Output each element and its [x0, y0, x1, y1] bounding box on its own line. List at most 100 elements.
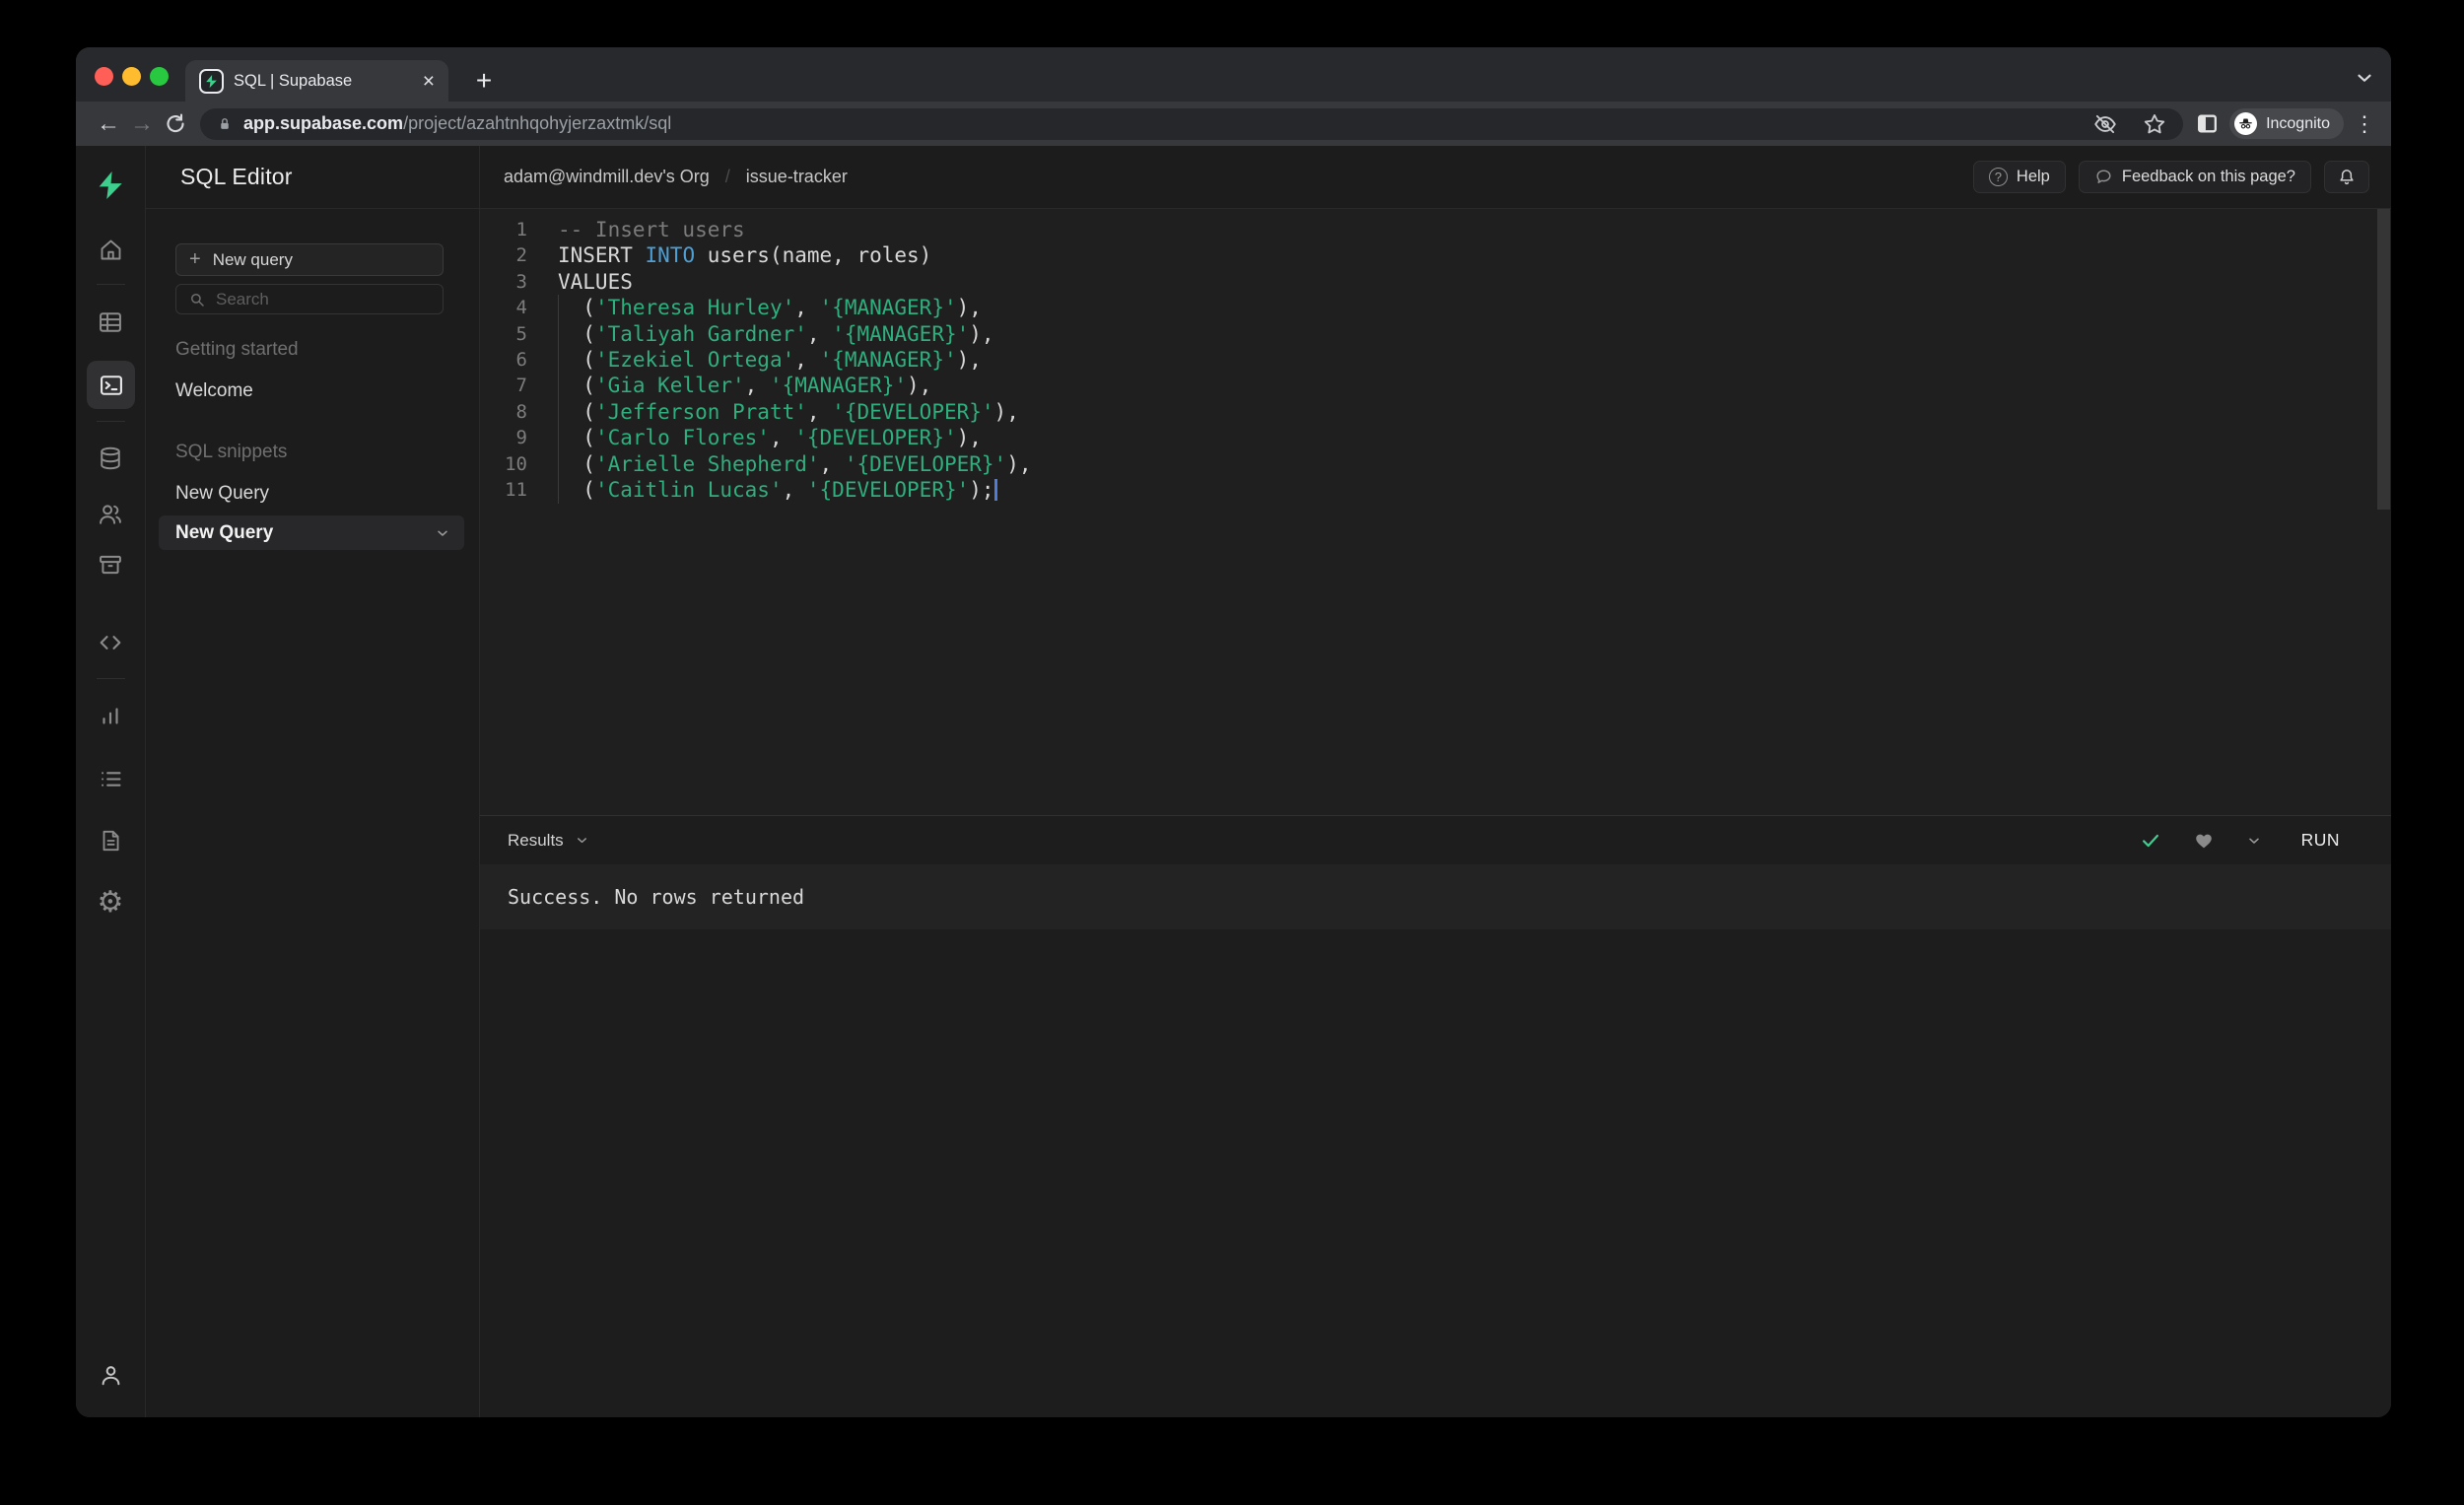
- icon-rail: ⚙: [76, 146, 146, 1417]
- code-line[interactable]: 3 VALUES: [480, 269, 2391, 295]
- storage-icon[interactable]: [89, 543, 132, 586]
- main-content: adam@windmill.dev's Org / issue-tracker …: [480, 146, 2391, 1417]
- reports-chart-icon[interactable]: [89, 695, 132, 738]
- status-text: Success. No rows returned: [508, 885, 805, 909]
- incognito-spy-icon: [2234, 112, 2258, 135]
- search-icon: [188, 291, 206, 308]
- home-icon[interactable]: [89, 228, 132, 271]
- new-query-button-label: New query: [212, 249, 293, 269]
- close-window-button[interactable]: [95, 67, 113, 86]
- search-box[interactable]: [175, 284, 444, 314]
- editor-scrollbar[interactable]: [2377, 209, 2390, 510]
- breadcrumb-org[interactable]: adam@windmill.dev's Org: [504, 167, 710, 187]
- back-button[interactable]: ←: [92, 110, 125, 138]
- line-number: 5: [515, 322, 527, 345]
- rail-divider: [97, 284, 125, 285]
- traffic-lights: [95, 67, 169, 86]
- rail-divider: [97, 421, 125, 422]
- indent-guide: [558, 295, 559, 504]
- sidebar-item-new-query-selected[interactable]: New Query: [159, 515, 464, 550]
- code-line[interactable]: 9 ('Carlo Flores', '{DEVELOPER}'),: [480, 425, 2391, 450]
- code-line[interactable]: 8 ('Jefferson Pratt', '{DEVELOPER}'),: [480, 399, 2391, 425]
- sql-editor-icon-selected[interactable]: [87, 361, 135, 409]
- results-chevron-icon[interactable]: [575, 833, 589, 848]
- sql-code-editor[interactable]: 1 -- Insert users 2 INSERT INTO users(name,…: [480, 209, 2391, 815]
- url-domain: app.supabase.com: [243, 113, 404, 133]
- settings-gear-icon[interactable]: ⚙: [89, 880, 132, 924]
- supabase-favicon-icon: [199, 68, 224, 94]
- tab-title: SQL | Supabase: [234, 71, 353, 90]
- breadcrumb-separator: /: [724, 167, 730, 186]
- feedback-bubble-icon: [2094, 168, 2113, 186]
- page-title: SQL Editor: [180, 164, 293, 189]
- browser-tab[interactable]: SQL | Supabase ×: [185, 60, 448, 102]
- notifications-bell-button[interactable]: [2324, 161, 2369, 193]
- code-line[interactable]: 1 -- Insert users: [480, 217, 2391, 242]
- maximize-window-button[interactable]: [150, 67, 169, 86]
- results-dropdown-label[interactable]: Results: [508, 831, 564, 851]
- account-person-icon[interactable]: [89, 1353, 132, 1397]
- sidebar-item-welcome[interactable]: Welcome: [175, 380, 253, 402]
- browser-menu-icon[interactable]: ⋮: [2354, 111, 2375, 137]
- search-input[interactable]: [216, 289, 413, 309]
- edge-functions-icon[interactable]: [89, 621, 132, 664]
- breadcrumb-header: adam@windmill.dev's Org / issue-tracker …: [480, 146, 2391, 209]
- results-bar: Results RUN: [480, 815, 2391, 864]
- reload-button[interactable]: [159, 112, 192, 136]
- incognito-label: Incognito: [2266, 114, 2330, 132]
- url-text: app.supabase.com/project/azahtnhqohyjerz…: [243, 113, 671, 134]
- table-editor-icon[interactable]: [89, 301, 132, 344]
- run-options-chevron-icon[interactable]: [2246, 833, 2262, 849]
- line-number: 7: [515, 375, 527, 397]
- supabase-app: ⚙ SQL Editor + New query Getting started: [76, 146, 2391, 1417]
- help-button[interactable]: ? Help: [1972, 161, 2066, 193]
- bookmark-star-icon[interactable]: [2142, 111, 2167, 137]
- line-number: 2: [515, 244, 527, 267]
- run-button[interactable]: RUN: [2301, 830, 2340, 851]
- line-number: 4: [515, 297, 527, 319]
- authentication-users-icon[interactable]: [89, 493, 132, 536]
- plus-icon: +: [189, 248, 201, 270]
- screenshot: SQL | Supabase × + ← → app.supabase.com/…: [0, 0, 2464, 1505]
- breadcrumb-project[interactable]: issue-tracker: [746, 167, 848, 187]
- line-number: 9: [515, 427, 527, 449]
- rail-divider: [97, 678, 125, 679]
- chevron-down-icon[interactable]: [435, 525, 450, 541]
- forward-button[interactable]: →: [125, 110, 159, 138]
- code-line[interactable]: 10 ('Arielle Shepherd', '{DEVELOPER}'),: [480, 451, 2391, 477]
- line-number: 11: [505, 478, 527, 501]
- database-icon[interactable]: [89, 437, 132, 480]
- tab-close-icon[interactable]: ×: [423, 71, 435, 92]
- code-line[interactable]: 11 ('Caitlin Lucas', '{DEVELOPER}');: [480, 477, 2391, 503]
- browser-toolbar: ← → app.supabase.com/project/azahtnhqohy…: [76, 102, 2391, 146]
- results-empty-area: [480, 929, 2391, 1417]
- sql-editor-panel: SQL Editor + New query Getting started W…: [146, 146, 480, 1417]
- new-query-button[interactable]: + New query: [175, 243, 444, 276]
- new-tab-button[interactable]: +: [464, 61, 504, 101]
- feedback-button[interactable]: Feedback on this page?: [2078, 161, 2311, 193]
- help-question-icon: ?: [1988, 168, 2008, 186]
- code-line[interactable]: 2 INSERT INTO users(name, roles): [480, 242, 2391, 268]
- selected-item-label: New Query: [175, 521, 274, 543]
- address-bar[interactable]: app.supabase.com/project/azahtnhqohyjerz…: [200, 107, 2184, 140]
- tab-search-chevron-icon[interactable]: [2354, 67, 2375, 89]
- line-number: 10: [505, 452, 527, 475]
- code-line[interactable]: 7 ('Gia Keller', '{MANAGER}'),: [480, 373, 2391, 398]
- code-line[interactable]: 4 ('Theresa Hurley', '{MANAGER}'),: [480, 295, 2391, 320]
- code-lines: 1 -- Insert users 2 INSERT INTO users(name,…: [480, 217, 2391, 503]
- supabase-logo-icon[interactable]: [89, 164, 132, 207]
- success-check-icon: [2140, 830, 2161, 852]
- feedback-button-label: Feedback on this page?: [2121, 168, 2295, 185]
- code-line[interactable]: 5 ('Taliyah Gardner', '{MANAGER}'),: [480, 321, 2391, 347]
- code-line[interactable]: 6 ('Ezekiel Ortega', '{MANAGER}'),: [480, 347, 2391, 373]
- logs-list-icon[interactable]: [89, 757, 132, 800]
- favorite-heart-icon[interactable]: [2193, 830, 2215, 852]
- section-sql-snippets: SQL snippets: [175, 442, 288, 462]
- side-panel-icon[interactable]: [2195, 111, 2220, 136]
- text-cursor: [993, 478, 997, 501]
- api-docs-icon[interactable]: [89, 819, 132, 862]
- minimize-window-button[interactable]: [122, 67, 141, 86]
- eye-off-icon[interactable]: [2092, 111, 2118, 137]
- sidebar-item-new-query[interactable]: New Query: [175, 483, 269, 505]
- incognito-badge[interactable]: Incognito: [2229, 108, 2344, 139]
